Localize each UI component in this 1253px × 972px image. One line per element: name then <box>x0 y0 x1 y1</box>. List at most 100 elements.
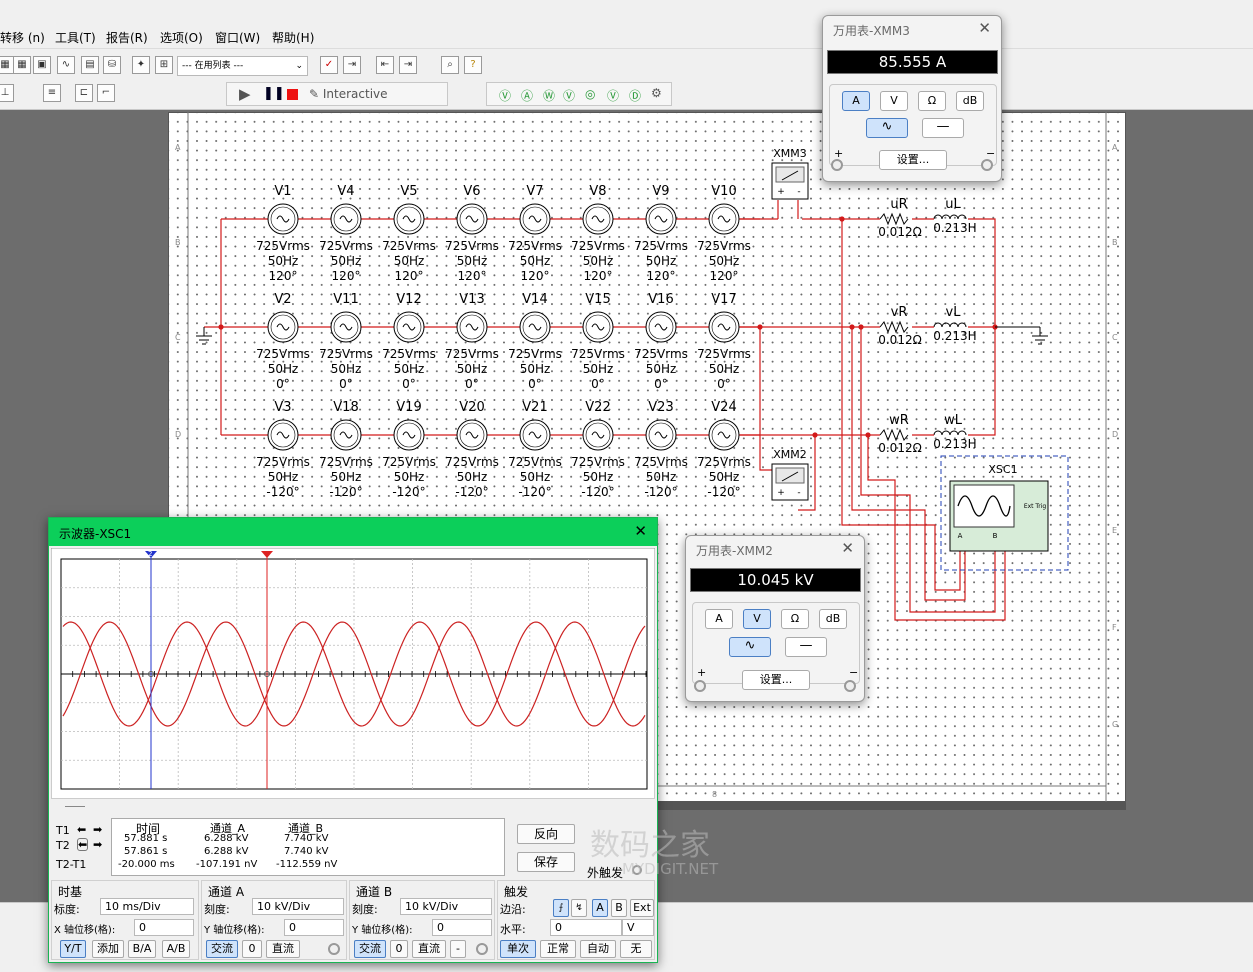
stop-icon[interactable] <box>287 89 298 100</box>
channel-a-terminal-icon[interactable] <box>328 943 340 955</box>
channel-b-ac-button[interactable]: 交流 <box>354 940 386 958</box>
x-offset-field[interactable]: 0 <box>134 919 194 936</box>
t1-left-arrow-icon[interactable]: ⬅ <box>77 823 86 836</box>
channel-a-zero-button[interactable]: 0 <box>242 940 262 958</box>
voltmeter-button[interactable]: V <box>743 609 771 629</box>
power-probe-icon[interactable]: Ⓦ <box>543 87 555 104</box>
trigger-single-button[interactable]: 单次 <box>500 940 536 958</box>
channel-a-y-offset-field[interactable]: 0 <box>284 919 344 936</box>
hierarchy-icon[interactable]: ⊏ <box>75 84 93 102</box>
xmm2-settings-button[interactable]: 设置... <box>742 670 810 690</box>
minus-terminal-icon[interactable] <box>844 680 856 692</box>
close-icon[interactable]: ✕ <box>978 19 991 37</box>
channel-b-invert-button[interactable]: - <box>450 940 466 958</box>
menu-tools[interactable]: 工具(T) <box>55 29 96 46</box>
zoom-icon[interactable]: ⌕ <box>441 56 459 74</box>
ac-wave-icon[interactable]: ∿ <box>866 118 908 138</box>
channel-b-dc-button[interactable]: 直流 <box>412 940 446 958</box>
transfer-icon[interactable]: ⇥ <box>343 56 361 74</box>
run-icon[interactable]: ▶ <box>239 85 251 103</box>
close-icon[interactable]: ✕ <box>841 539 854 557</box>
t1-channel-a: 6.288 kV <box>204 833 249 844</box>
interactive-mode[interactable]: ✎ Interactive <box>309 87 388 101</box>
forward-annotate-icon[interactable]: ⇥ <box>399 56 417 74</box>
oscilloscope-screen[interactable]: 2 <box>51 548 655 816</box>
reference-probe-icon[interactable]: Ⓓ <box>629 87 641 104</box>
xmm3-settings-button[interactable]: 设置... <box>879 150 947 170</box>
spreadsheet-icon[interactable]: ▤ <box>81 56 99 74</box>
grapher-icon[interactable]: ∿ <box>57 56 75 74</box>
trigger-source-b-button[interactable]: B <box>611 899 627 917</box>
close-icon[interactable]: ✕ <box>634 522 647 540</box>
ab-mode-button[interactable]: A/B <box>162 940 190 958</box>
ac-wave-icon[interactable]: ∿ <box>729 637 771 657</box>
grid-icon[interactable]: ▦ <box>13 56 31 74</box>
t2-channel-b: 7.740 kV <box>284 846 329 857</box>
channel-b-scale-field[interactable]: 10 kV/Div <box>400 898 492 915</box>
rising-edge-icon[interactable]: ⨍ <box>553 899 569 917</box>
t2-left-arrow-icon[interactable]: ⬅ <box>77 838 89 851</box>
channel-a-scale-field[interactable]: 10 kV/Div <box>252 898 344 915</box>
layout-icon[interactable]: ⊞ <box>155 56 173 74</box>
trigger-source-a-button[interactable]: A <box>592 899 608 917</box>
menu-help[interactable]: 帮助(H) <box>272 29 314 46</box>
diff-voltage-probe-icon[interactable]: Ⓥ <box>563 87 575 104</box>
ba-mode-button[interactable]: B/A <box>128 940 156 958</box>
t2-right-arrow-icon[interactable]: ➡ <box>93 838 102 851</box>
component-icon[interactable]: ▣ <box>33 56 51 74</box>
back-annotate-icon[interactable]: ⇤ <box>376 56 394 74</box>
trigger-level-unit[interactable]: V <box>622 919 654 936</box>
decibel-button[interactable]: dB <box>956 91 984 111</box>
t1-right-arrow-icon[interactable]: ➡ <box>93 823 102 836</box>
cursor-labels: T1 ⬅ ➡ T2 ⬅ ➡ T2-T1 <box>53 818 111 876</box>
trigger-source-ext-button[interactable]: Ext <box>630 899 654 917</box>
menu-options[interactable]: 选项(O) <box>160 29 203 46</box>
pause-icon[interactable]: ❚❚ <box>263 86 285 101</box>
trigger-auto-button[interactable]: 自动 <box>580 940 616 958</box>
t1-label: T1 <box>56 824 70 837</box>
ammeter-button[interactable]: A <box>705 609 733 629</box>
dc-line-icon[interactable]: — <box>785 637 827 657</box>
yt-mode-button[interactable]: Y/T <box>60 940 86 958</box>
in-use-list-select[interactable]: --- 在用列表 --- ⌄ <box>177 56 308 76</box>
voltage-probe-icon[interactable]: Ⓥ <box>499 87 511 104</box>
plus-terminal-icon[interactable] <box>831 159 843 171</box>
ohmmeter-button[interactable]: Ω <box>918 91 946 111</box>
minus-terminal-icon[interactable] <box>981 159 993 171</box>
scroll-track[interactable] <box>51 798 655 816</box>
erc-icon[interactable]: ✓ <box>320 56 338 74</box>
probe-icon[interactable]: ⊥ <box>0 84 14 102</box>
ohmmeter-button[interactable]: Ω <box>781 609 809 629</box>
current-probe-icon[interactable]: Ⓐ <box>521 87 533 104</box>
dc-line-icon[interactable]: — <box>922 118 964 138</box>
channel-b-terminal-icon[interactable] <box>476 943 488 955</box>
menu-window[interactable]: 窗口(W) <box>215 29 260 46</box>
trigger-level-field[interactable]: 0 <box>550 919 622 936</box>
channel-b-zero-button[interactable]: 0 <box>390 940 408 958</box>
digital-probe-icon[interactable]: Ⓥ <box>607 87 619 104</box>
channel-a-dc-button[interactable]: 直流 <box>266 940 300 958</box>
decibel-button[interactable]: dB <box>819 609 847 629</box>
voltmeter-button[interactable]: V <box>880 91 908 111</box>
gear-icon[interactable]: ⚙ <box>651 86 662 100</box>
channel-a-ac-button[interactable]: 交流 <box>206 940 238 958</box>
falling-edge-icon[interactable]: ↯ <box>571 899 587 917</box>
scroll-thumb[interactable] <box>65 806 85 807</box>
help-icon[interactable]: ? <box>464 56 482 74</box>
connector-icon[interactable]: ⌐ <box>97 84 115 102</box>
add-mode-button[interactable]: 添加 <box>92 940 124 958</box>
wizard-icon[interactable]: ✦ <box>132 56 150 74</box>
bus-icon[interactable]: ≡ <box>43 84 61 102</box>
probe-settings-icon[interactable]: ◎ <box>585 87 595 101</box>
database-icon[interactable]: ⛁ <box>103 56 121 74</box>
trigger-level-label: 水平: <box>500 923 526 936</box>
trigger-normal-button[interactable]: 正常 <box>540 940 576 958</box>
trigger-none-button[interactable]: 无 <box>620 940 652 958</box>
menu-reports[interactable]: 报告(R) <box>106 29 148 46</box>
ammeter-button[interactable]: A <box>842 91 870 111</box>
toolbar-icon[interactable]: ▦ <box>0 56 14 74</box>
menu-transfer[interactable]: 转移 (n) <box>0 29 45 46</box>
plus-terminal-icon[interactable] <box>694 680 706 692</box>
timebase-scale-field[interactable]: 10 ms/Div <box>100 898 194 915</box>
channel-b-y-offset-field[interactable]: 0 <box>432 919 492 936</box>
